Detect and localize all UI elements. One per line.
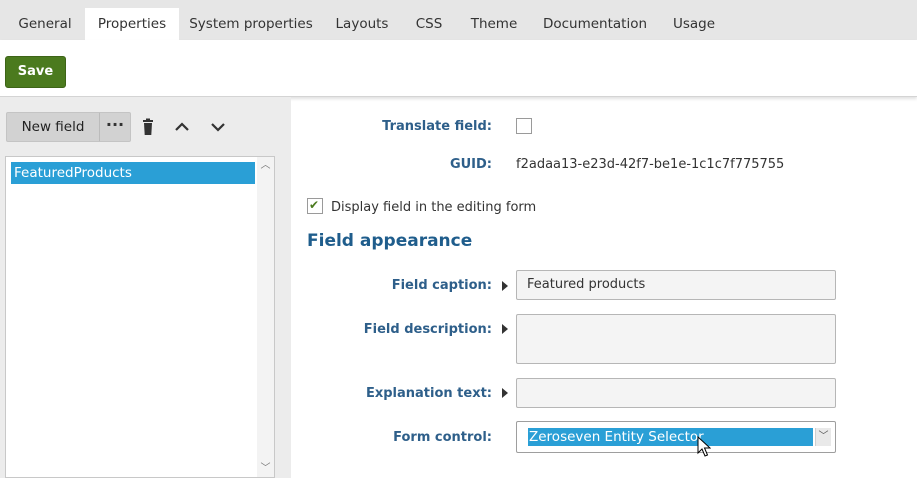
tab-layouts[interactable]: Layouts (326, 8, 398, 40)
scroll-down-arrow-icon[interactable]: ﹀ (257, 462, 274, 476)
caret-right-icon[interactable] (502, 388, 508, 398)
guid-value: f2adaa13-e23d-42f7-be1e-1c1c7f775755 (516, 157, 785, 172)
form-control-label: Form control: (393, 430, 492, 445)
action-bar: Save (0, 40, 917, 97)
chevron-up-icon[interactable] (171, 116, 193, 138)
field-listbox[interactable]: ︿ ﹀ (5, 156, 275, 478)
form-control-select[interactable]: Zeroseven Entity Selector ﹀ (516, 421, 836, 453)
explanation-text-label: Explanation text: (365, 386, 492, 401)
tab-general[interactable]: General (6, 8, 84, 40)
scroll-up-arrow-icon[interactable]: ︿ (257, 159, 274, 173)
tab-documentation[interactable]: Documentation (536, 8, 654, 40)
tab-properties[interactable]: Properties (85, 8, 179, 40)
field-caption-input[interactable]: Featured products (516, 270, 836, 300)
mouse-cursor-icon (697, 436, 711, 457)
trash-icon[interactable] (137, 116, 159, 138)
listbox-scrollbar[interactable]: ︿ ﹀ (257, 157, 274, 477)
field-list-panel: New field ··· ︿ ﹀ FeaturedProducts (0, 97, 291, 478)
tab-bar: General Properties System properties Lay… (0, 0, 917, 40)
display-field-checkbox[interactable]: ✔ (307, 198, 323, 214)
tab-usage[interactable]: Usage (664, 8, 724, 40)
display-field-label[interactable]: Display field in the editing form (331, 200, 536, 215)
caret-right-icon[interactable] (502, 281, 508, 291)
form-control-selected-value[interactable]: Zeroseven Entity Selector (528, 428, 813, 446)
translate-field-label: Translate field: (382, 119, 492, 134)
field-description-label: Field description: (363, 322, 492, 337)
tab-theme[interactable]: Theme (462, 8, 526, 40)
tab-system-properties[interactable]: System properties (181, 8, 321, 40)
list-item[interactable]: FeaturedProducts (11, 162, 255, 184)
field-description-textarea[interactable] (516, 314, 836, 364)
section-title: Field appearance (307, 231, 473, 251)
translate-field-checkbox[interactable] (516, 118, 532, 134)
explanation-text-input[interactable] (516, 378, 836, 408)
chevron-down-icon[interactable] (207, 116, 229, 138)
new-field-button[interactable]: New field (6, 112, 99, 142)
tab-css[interactable]: CSS (406, 8, 452, 40)
caret-right-icon[interactable] (502, 324, 508, 334)
guid-label: GUID: (449, 157, 492, 172)
chevron-down-icon[interactable]: ﹀ (815, 428, 831, 446)
more-options-button[interactable]: ··· (99, 112, 131, 142)
field-caption-label: Field caption: (391, 278, 492, 293)
checkmark-icon: ✔ (309, 198, 320, 212)
save-button[interactable]: Save (5, 56, 66, 88)
